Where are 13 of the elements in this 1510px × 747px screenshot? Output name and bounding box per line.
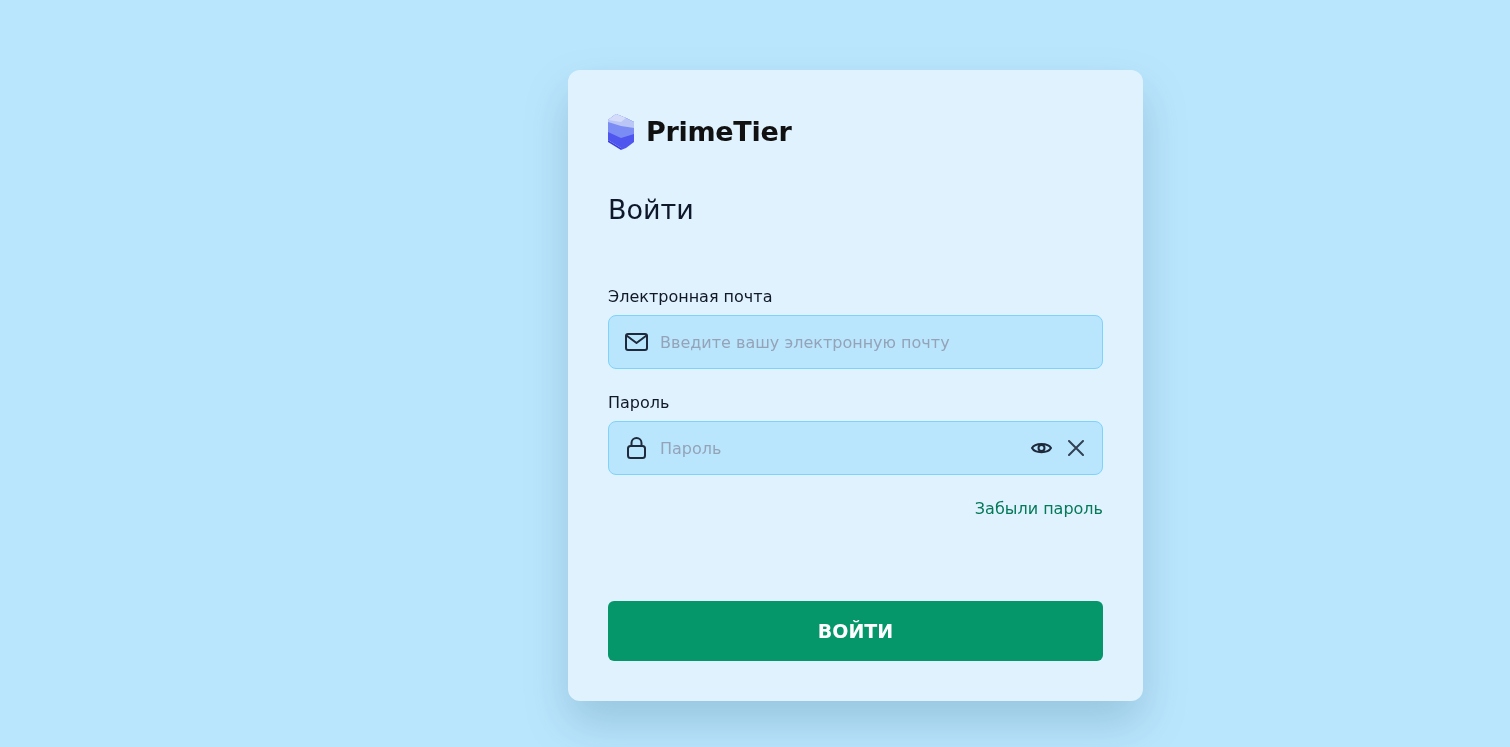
logo-wordmark: PrimeTier bbox=[646, 115, 792, 147]
padlock-icon bbox=[627, 437, 646, 459]
clear-x-icon[interactable] bbox=[1068, 440, 1084, 456]
field-label: Пароль bbox=[608, 393, 670, 413]
page-title: Войти bbox=[608, 193, 694, 227]
forgot-password-link[interactable]: Забыли пароль bbox=[974, 499, 1103, 519]
envelope-icon bbox=[625, 333, 648, 351]
field-label: Электронная почта bbox=[608, 287, 773, 307]
email-field[interactable]: Введите вашу электронную почту bbox=[608, 315, 1103, 369]
password-field[interactable]: Пароль bbox=[608, 421, 1103, 475]
stacked-blocks-logo-icon bbox=[608, 112, 634, 150]
login-button[interactable]: ВОЙТИ bbox=[608, 601, 1103, 661]
eye-icon[interactable] bbox=[1031, 441, 1052, 455]
